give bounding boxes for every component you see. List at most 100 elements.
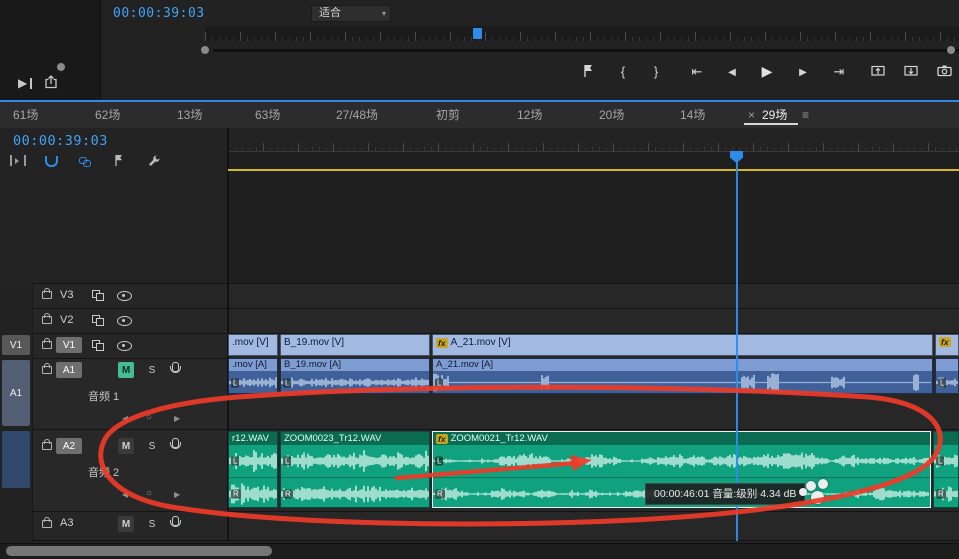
linked-selection-icon[interactable]	[79, 157, 91, 166]
mark-out-button[interactable]: }	[649, 62, 663, 82]
track-name-a1[interactable]: 音频 1	[88, 388, 119, 404]
zoom-handle-left[interactable]	[201, 46, 209, 54]
work-area-bar[interactable]	[228, 169, 959, 171]
voiceover-mic-icon[interactable]	[172, 516, 179, 526]
audio-clip[interactable]: L	[935, 358, 959, 394]
tab-sequence-2748[interactable]: 27/48场	[336, 102, 378, 128]
track-header-a3	[0, 511, 228, 541]
panel-menu-icon[interactable]: ≡	[802, 102, 809, 128]
timeline-ruler[interactable]	[228, 128, 959, 152]
lock-icon[interactable]	[42, 291, 52, 299]
video-clip[interactable]: B_19.mov [V]	[280, 334, 430, 356]
track-label-a1[interactable]: A1	[56, 362, 82, 378]
video-clip[interactable]: fxA_21.mov [V]	[432, 334, 933, 356]
solo-button-a3[interactable]: S	[144, 516, 160, 532]
tab-sequence-63[interactable]: 63场	[255, 102, 280, 128]
audio-clip[interactable]: ZOOM0023_Tr12.WAV L R	[280, 431, 430, 508]
mute-button-a3[interactable]: M	[118, 516, 134, 532]
lift-icon[interactable]	[871, 64, 885, 82]
mute-button-a1[interactable]: M	[118, 362, 134, 378]
source-patch-a2[interactable]	[2, 431, 30, 488]
tab-sequence-12[interactable]: 12场	[517, 102, 542, 128]
prev-keyframe-icon[interactable]: ◀	[122, 414, 128, 423]
add-marker-icon[interactable]	[114, 154, 124, 172]
timeline-timecode[interactable]: 00:00:39:03	[13, 133, 108, 149]
export-frame-camera-icon[interactable]	[937, 64, 952, 82]
add-marker-icon[interactable]	[583, 64, 594, 83]
audio-clip[interactable]: .mov [A] L	[228, 358, 278, 394]
lock-icon[interactable]	[42, 442, 52, 450]
tab-sequence-20[interactable]: 20场	[599, 102, 624, 128]
sync-lock-icon[interactable]	[92, 290, 104, 300]
lock-icon[interactable]	[42, 341, 52, 349]
track-label-v3[interactable]: V3	[60, 289, 73, 301]
mark-in-button[interactable]: {	[616, 62, 630, 82]
add-keyframe-icon[interactable]: ○	[146, 488, 152, 499]
track-row-v3[interactable]	[228, 283, 959, 308]
mute-button-a2[interactable]: M	[118, 438, 134, 454]
audio-clip[interactable]: L R	[933, 431, 959, 508]
nest-sequence-icon[interactable]	[10, 155, 26, 166]
lock-icon[interactable]	[42, 366, 52, 374]
solo-button-a2[interactable]: S	[144, 438, 160, 454]
tab-sequence-14[interactable]: 14场	[680, 102, 705, 128]
track-label-a3[interactable]: A3	[60, 517, 73, 529]
voiceover-mic-icon[interactable]	[172, 362, 179, 372]
tab-sequence-13[interactable]: 13场	[177, 102, 202, 128]
track-row-a3[interactable]	[228, 511, 959, 541]
play-in-to-out-bar-icon	[30, 78, 32, 89]
track-label-v2[interactable]: V2	[60, 314, 73, 326]
lock-icon[interactable]	[42, 520, 52, 528]
horizontal-scrollbar-handle[interactable]	[6, 546, 272, 556]
tab-sequence-61[interactable]: 61场	[13, 102, 38, 128]
clip-label: B_19.mov [V]	[281, 335, 429, 350]
monitor-zoom-bar[interactable]	[213, 49, 959, 52]
audio-clip[interactable]: r12.WAV L R	[228, 431, 278, 508]
track-label-a2[interactable]: A2	[56, 438, 82, 454]
next-keyframe-icon[interactable]: ▶	[174, 490, 180, 499]
snap-magnet-icon[interactable]	[45, 156, 58, 167]
monitor-time-ruler[interactable]	[205, 26, 959, 41]
next-keyframe-icon[interactable]: ▶	[174, 414, 180, 423]
hand-cursor	[811, 491, 824, 504]
track-name-a2[interactable]: 音频 2	[88, 464, 119, 480]
sync-lock-icon[interactable]	[92, 315, 104, 325]
splitter-knob[interactable]	[57, 63, 65, 71]
lock-icon[interactable]	[42, 316, 52, 324]
sync-lock-icon[interactable]	[92, 340, 104, 350]
play-in-to-out-button[interactable]: ▶	[18, 76, 27, 90]
audio-clip[interactable]: B_19.mov [A] L	[280, 358, 430, 394]
fit-zoom-select[interactable]: 适合 ▾	[311, 5, 391, 22]
track-output-eye-icon[interactable]	[117, 341, 132, 351]
track-output-eye-icon[interactable]	[117, 316, 132, 326]
prev-keyframe-icon[interactable]: ◀	[122, 490, 128, 499]
solo-button-a1[interactable]: S	[144, 362, 160, 378]
extract-icon[interactable]	[904, 64, 918, 82]
hand-cursor	[818, 479, 828, 489]
add-keyframe-icon[interactable]: ○	[146, 412, 152, 423]
video-clip[interactable]: .mov [V]	[228, 334, 278, 356]
go-to-in-button[interactable]: ⇤	[689, 62, 705, 82]
channel-badge: R	[283, 490, 293, 499]
clip-label: A_21.mov [V]	[451, 337, 511, 348]
step-back-button[interactable]: ◀	[725, 64, 739, 82]
timeline-settings-wrench-icon[interactable]	[147, 154, 161, 173]
voiceover-mic-icon[interactable]	[172, 438, 179, 448]
zoom-handle-right[interactable]	[947, 46, 955, 54]
tab-sequence-62[interactable]: 62场	[95, 102, 120, 128]
tab-sequence-rough-cut[interactable]: 初剪	[436, 102, 460, 128]
audio-clip[interactable]: A_21.mov [A] L	[432, 358, 933, 394]
go-to-out-button[interactable]: ⇥	[831, 62, 847, 82]
chevron-down-icon: ▾	[382, 5, 386, 22]
track-row-v2[interactable]	[228, 308, 959, 333]
step-forward-button[interactable]: ▶	[796, 64, 810, 82]
track-output-eye-icon[interactable]	[117, 291, 132, 301]
play-button[interactable]: ▶	[759, 61, 775, 81]
video-clip[interactable]: fx	[935, 334, 959, 356]
monitor-playhead[interactable]	[473, 28, 482, 39]
source-patch-v1[interactable]: V1	[2, 335, 30, 355]
export-icon[interactable]	[44, 75, 59, 94]
channel-badge: R	[435, 490, 445, 499]
track-label-v1[interactable]: V1	[56, 337, 82, 353]
source-patch-a1[interactable]: A1	[2, 360, 30, 426]
